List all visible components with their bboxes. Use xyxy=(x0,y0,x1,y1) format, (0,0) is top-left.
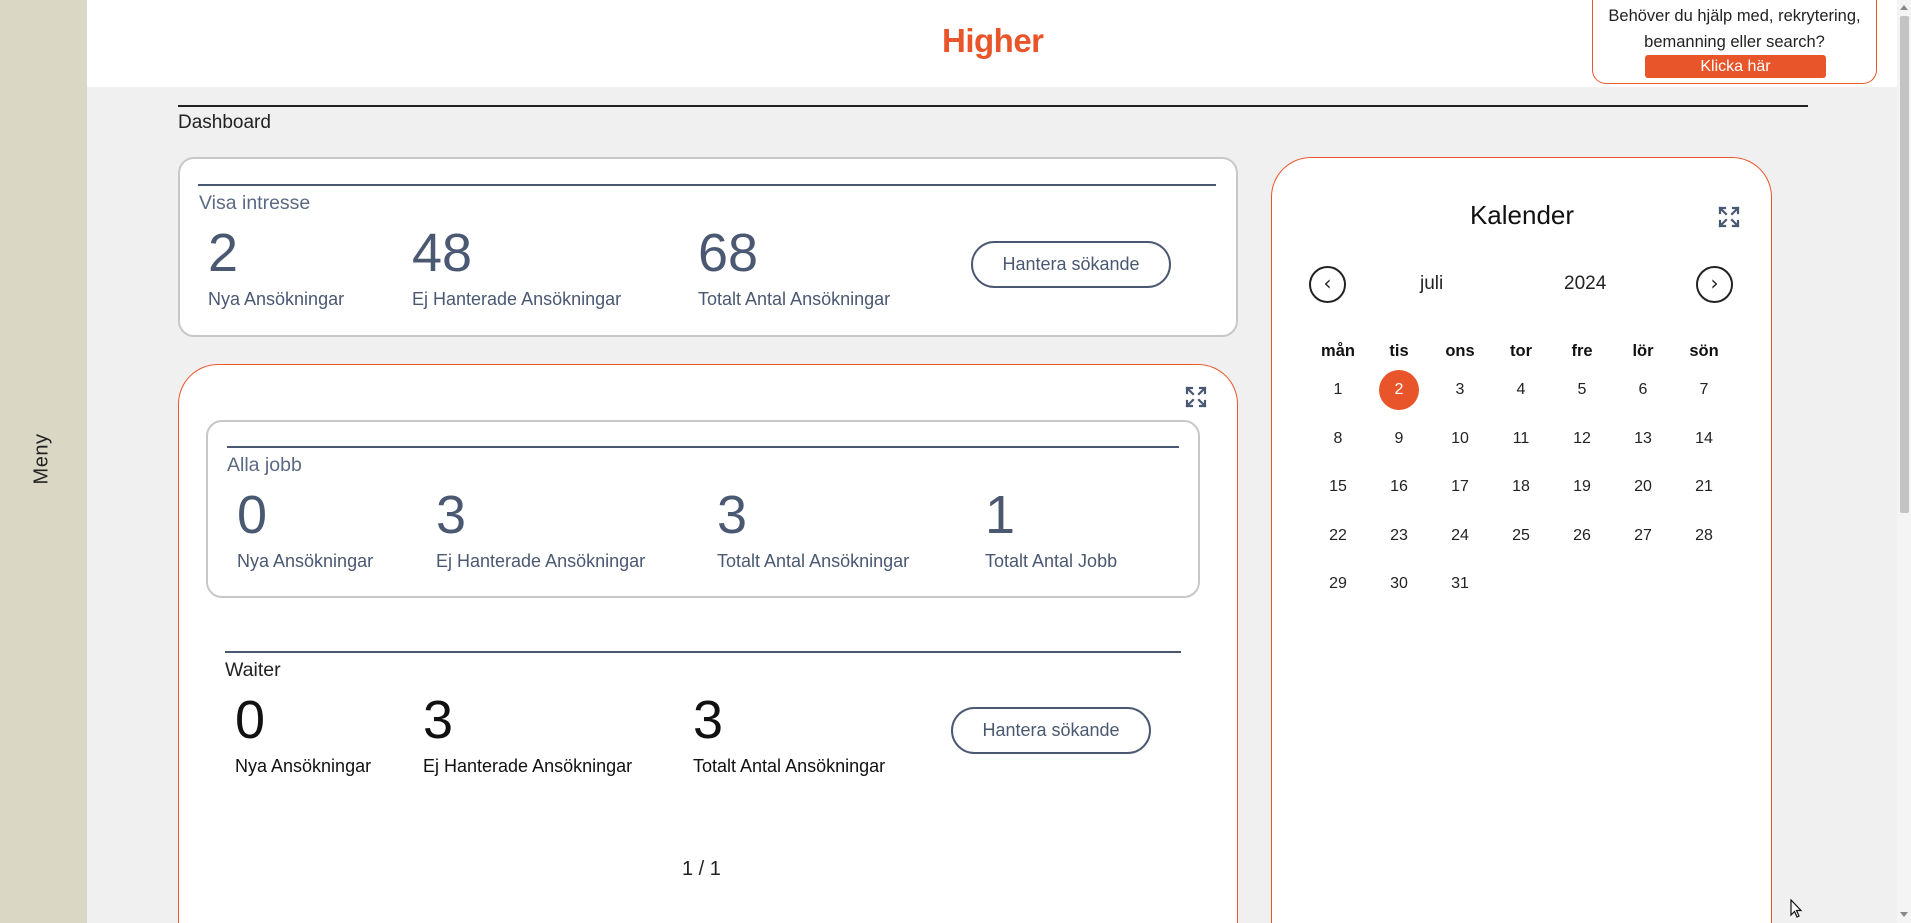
stat-value: 3 xyxy=(693,690,724,750)
section-divider xyxy=(227,446,1179,448)
calendar-day[interactable]: 29 xyxy=(1318,564,1358,604)
calendar-day[interactable]: 2 xyxy=(1379,370,1419,410)
stat-value: 0 xyxy=(235,690,266,750)
calendar-day[interactable]: 6 xyxy=(1623,370,1663,410)
calendar-day[interactable]: 13 xyxy=(1623,419,1663,459)
calendar-day[interactable]: 4 xyxy=(1501,370,1541,410)
manage-applicants-button[interactable]: Hantera sökande xyxy=(971,241,1171,288)
cursor-icon xyxy=(1790,899,1803,918)
stat-label: Ej Hanterade Ansökningar xyxy=(412,289,622,309)
calendar-day[interactable]: 8 xyxy=(1318,419,1358,459)
stat-label: Totalt Antal Jobb xyxy=(985,551,1118,571)
stat-value: 68 xyxy=(698,223,759,283)
stat-value: 3 xyxy=(423,690,454,750)
calendar-day[interactable]: 3 xyxy=(1440,370,1480,410)
section-divider xyxy=(225,651,1181,653)
stat-value: 1 xyxy=(985,485,1016,545)
calendar-day[interactable]: 28 xyxy=(1684,516,1724,556)
section-title: Alla jobb xyxy=(227,454,302,476)
expand-icon[interactable] xyxy=(1184,385,1208,409)
pagination: 1 / 1 xyxy=(682,858,721,880)
manage-applicants-button[interactable]: Hantera sökande xyxy=(951,707,1151,754)
calendar-day[interactable]: 18 xyxy=(1501,467,1541,507)
calendar-day[interactable]: 31 xyxy=(1440,564,1480,604)
calendar-day[interactable]: 7 xyxy=(1684,370,1724,410)
expand-icon[interactable] xyxy=(1717,205,1741,229)
help-text: Behöver du hjälp med, rekrytering, beman… xyxy=(1608,7,1861,51)
stat-label: Nya Ansökningar xyxy=(237,551,374,571)
calendar-day[interactable]: 21 xyxy=(1684,467,1724,507)
stat-label: Totalt Antal Ansökningar xyxy=(698,289,891,309)
calendar-day[interactable]: 26 xyxy=(1562,516,1602,556)
calendar-day[interactable]: 19 xyxy=(1562,467,1602,507)
calendar-year[interactable]: 2024 xyxy=(1564,273,1606,295)
calendar-day[interactable]: 20 xyxy=(1623,467,1663,507)
calendar-day[interactable]: 25 xyxy=(1501,516,1541,556)
stat-label: Nya Ansökningar xyxy=(208,289,345,309)
weekday-label: mån xyxy=(1321,342,1355,360)
calendar-grid: mån tis ons tor fre lör sön 1 2 3 4 5 6 7 8 9 10 11 12 13 14… xyxy=(1308,342,1738,612)
calendar-day[interactable]: 23 xyxy=(1379,516,1419,556)
calendar-day[interactable]: 30 xyxy=(1379,564,1419,604)
calendar-day[interactable]: 24 xyxy=(1440,516,1480,556)
stat-value: 48 xyxy=(412,223,473,283)
scroll-down-icon[interactable] xyxy=(1900,912,1908,917)
stat-label: Totalt Antal Ansökningar xyxy=(717,551,910,571)
scrollbar-thumb[interactable] xyxy=(1900,16,1909,513)
section-divider xyxy=(198,184,1216,186)
calendar-day[interactable]: 17 xyxy=(1440,467,1480,507)
weekday-label: tor xyxy=(1510,342,1532,360)
calendar-day[interactable]: 14 xyxy=(1684,419,1724,459)
stat-value: 3 xyxy=(436,485,467,545)
weekday-label: ons xyxy=(1445,342,1475,360)
stat-value: 2 xyxy=(208,223,239,283)
calendar-day[interactable]: 12 xyxy=(1562,419,1602,459)
weekday-label: lör xyxy=(1632,342,1654,360)
stat-label: Totalt Antal Ansökningar xyxy=(693,756,886,776)
calendar-day[interactable]: 9 xyxy=(1379,419,1419,459)
calendar-day[interactable]: 1 xyxy=(1318,370,1358,410)
weekday-label: tis xyxy=(1389,342,1409,360)
calendar-title: Kalender xyxy=(1469,200,1575,230)
calendar-day[interactable]: 11 xyxy=(1501,419,1541,459)
stat-value: 0 xyxy=(237,485,268,545)
calendar-day[interactable]: 15 xyxy=(1318,467,1358,507)
job-title: Waiter xyxy=(225,659,281,681)
calendar-day[interactable]: 22 xyxy=(1318,516,1358,556)
calendar-day[interactable]: 16 xyxy=(1379,467,1419,507)
stat-label: Nya Ansökningar xyxy=(235,756,372,776)
section-title: Visa intresse xyxy=(199,192,311,214)
weekday-label: sön xyxy=(1689,342,1719,360)
calendar-day[interactable]: 5 xyxy=(1562,370,1602,410)
chevron-right-icon[interactable]: › xyxy=(1696,266,1733,303)
stat-label: Ej Hanterade Ansökningar xyxy=(423,756,633,776)
scroll-up-icon[interactable] xyxy=(1900,5,1908,10)
page-title: Dashboard xyxy=(178,112,271,133)
title-divider xyxy=(178,105,1808,107)
calendar-day[interactable]: 10 xyxy=(1440,419,1480,459)
stat-value: 3 xyxy=(717,485,748,545)
help-button[interactable]: Klicka här xyxy=(1645,55,1826,78)
weekday-label: fre xyxy=(1571,342,1593,360)
logo[interactable]: Higher xyxy=(942,22,1044,60)
calendar-month[interactable]: juli xyxy=(1420,273,1443,295)
help-box: Behöver du hjälp med, rekrytering, beman… xyxy=(1592,0,1877,84)
calendar-day[interactable]: 27 xyxy=(1623,516,1663,556)
stat-label: Ej Hanterade Ansökningar xyxy=(436,551,646,571)
chevron-left-icon[interactable]: ‹ xyxy=(1309,266,1346,303)
menu-toggle[interactable]: Meny xyxy=(31,434,54,485)
